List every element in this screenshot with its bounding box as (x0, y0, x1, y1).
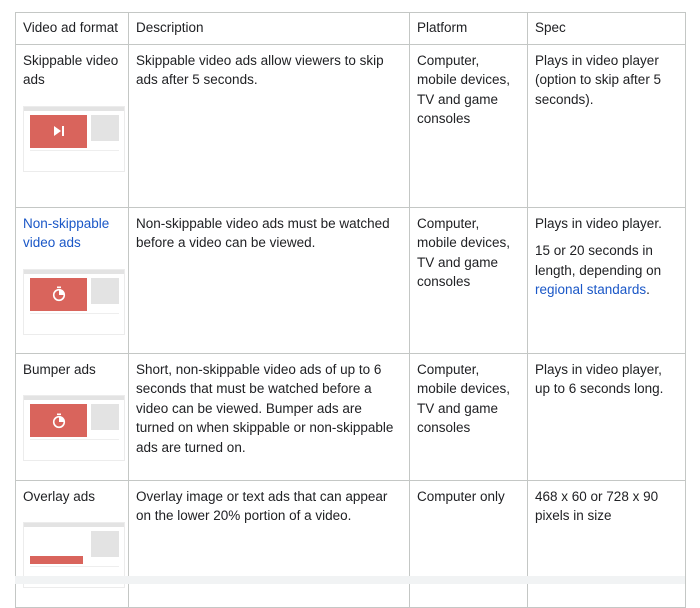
header-platform: Platform (409, 12, 528, 45)
spec-cell: Plays in video player (option to skip af… (527, 43, 686, 208)
format-name: Overlay ads (23, 488, 96, 504)
format-cell: Bumper ads (15, 352, 129, 481)
header-description: Description (128, 12, 410, 45)
spec-cell: 468 x 60 or 728 x 90 pixels in size (527, 479, 686, 608)
spec-text: Plays in video player (option to skip af… (535, 52, 662, 107)
platform-cell: Computer, mobile devices, TV and game co… (409, 43, 528, 208)
spec-text: Plays in video player, up to 6 seconds l… (535, 361, 664, 397)
spec-text: Plays in video player. (535, 215, 662, 231)
timer-icon (52, 286, 65, 302)
non-skippable-video-ads-link[interactable]: Non-skippable video ads (23, 214, 121, 253)
table-header-row: Video ad format Description Platform Spe… (15, 12, 686, 45)
description-cell: Non-skippable video ads must be watched … (128, 206, 410, 354)
table-row: Non-skippable video ads Non-skippable vi… (15, 206, 686, 354)
header-video-ad-format: Video ad format (15, 12, 129, 45)
description-cell: Skippable video ads allow viewers to ski… (128, 43, 410, 208)
table-row: Overlay ads Overlay image or text ads th… (15, 479, 686, 608)
table-row: Bumper ads Short, non-skippable video ad… (15, 352, 686, 481)
timer-icon (52, 413, 65, 428)
table-row: Skippable video ads Skippable video ads … (15, 43, 686, 208)
spec-text: 468 x 60 or 728 x 90 pixels in size (535, 488, 659, 524)
skip-next-icon (53, 126, 64, 136)
platform-cell: Computer, mobile devices, TV and game co… (409, 352, 528, 481)
non-skippable-ad-thumbnail (23, 268, 125, 335)
scroll-strip (15, 576, 685, 584)
description-cell: Short, non-skippable video ads of up to … (128, 352, 410, 481)
spec-cell: Plays in video player. 15 or 20 seconds … (527, 206, 686, 354)
skippable-ad-thumbnail (23, 105, 125, 172)
spec-text-length: 15 or 20 seconds in length, depending on… (535, 243, 662, 297)
format-cell: Skippable video ads (15, 43, 129, 208)
format-cell: Overlay ads (15, 479, 129, 608)
platform-cell: Computer only (409, 479, 528, 608)
description-cell: Overlay image or text ads that can appea… (128, 479, 410, 608)
format-name: Bumper ads (23, 361, 96, 377)
platform-cell: Computer, mobile devices, TV and game co… (409, 206, 528, 354)
bumper-ad-thumbnail (23, 395, 125, 461)
ad-formats-table: Video ad format Description Platform Spe… (15, 12, 686, 608)
format-cell: Non-skippable video ads (15, 206, 129, 354)
header-spec: Spec (527, 12, 686, 45)
spec-cell: Plays in video player, up to 6 seconds l… (527, 352, 686, 481)
overlay-banner (30, 556, 83, 564)
regional-standards-link[interactable]: regional standards (535, 282, 646, 297)
format-name: Skippable video ads (23, 52, 119, 88)
